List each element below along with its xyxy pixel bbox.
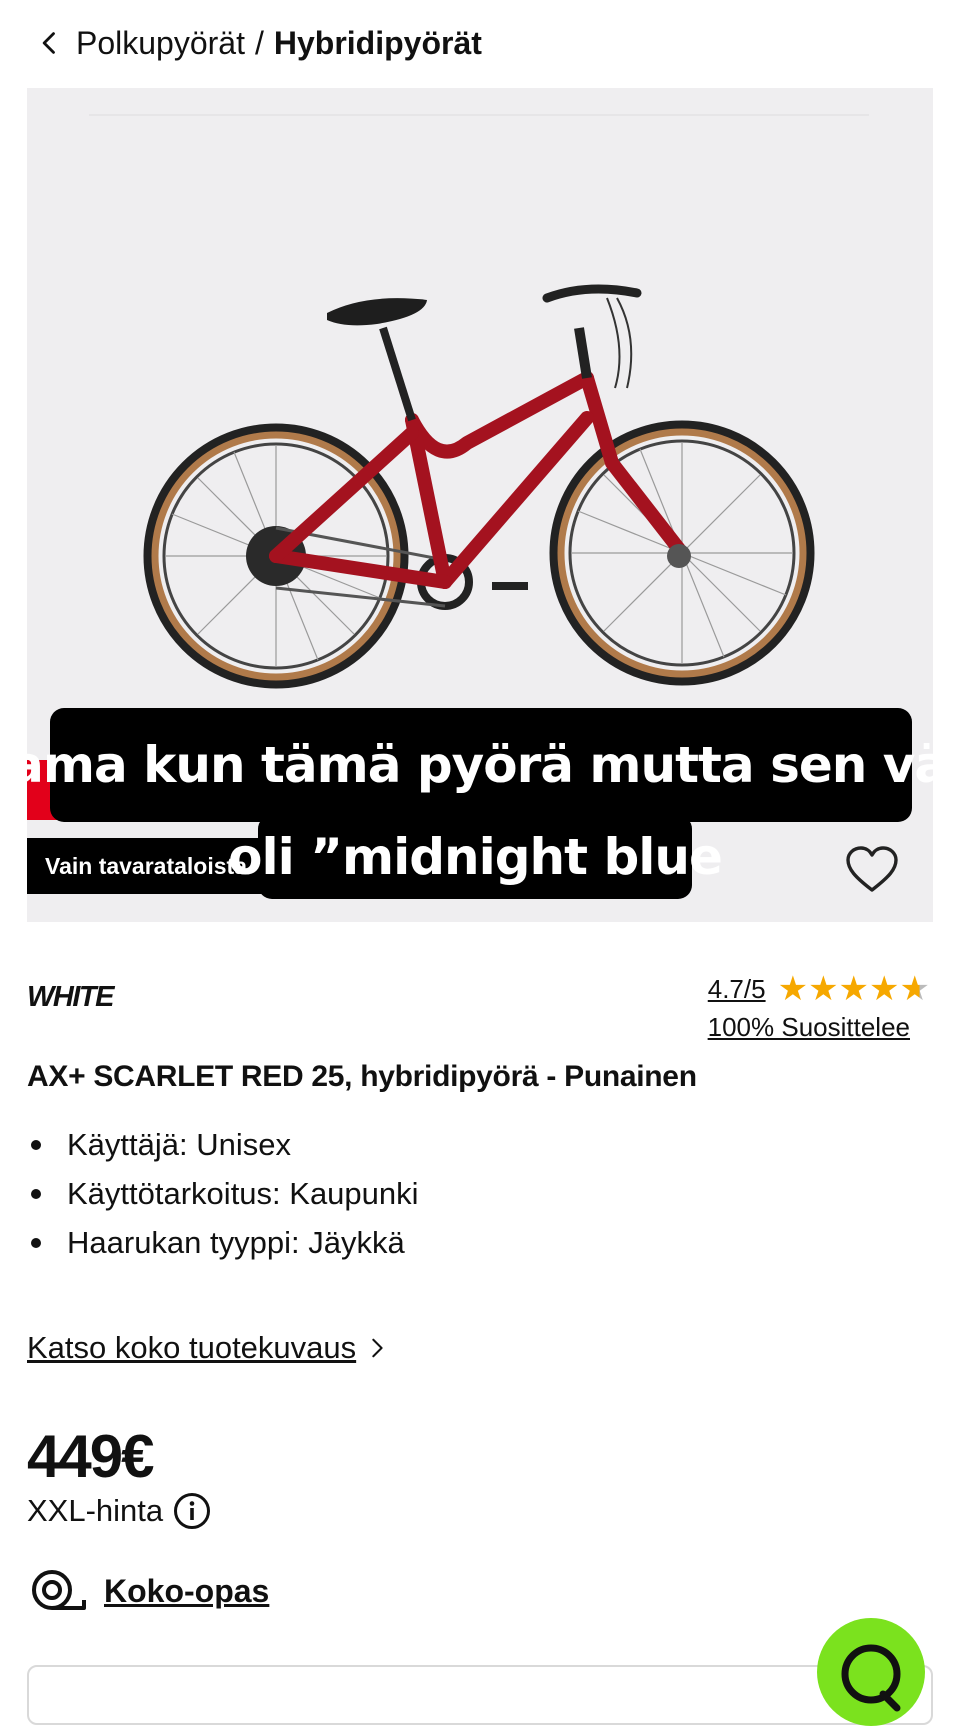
rating-score[interactable]: 4.7/5 bbox=[708, 974, 766, 1005]
size-guide-link[interactable]: Koko-opas bbox=[30, 1568, 269, 1614]
star-half-icon: ★ bbox=[899, 970, 930, 1008]
chat-bubble-icon bbox=[841, 1644, 901, 1712]
breadcrumb-separator: / bbox=[254, 24, 264, 61]
product-rating[interactable]: 4.7/5 ★ ★ ★ ★ ★ bbox=[708, 972, 930, 1006]
svg-text:WHITE: WHITE bbox=[27, 981, 116, 1009]
price-type: XXL-hinta bbox=[27, 1492, 211, 1530]
chevron-left-icon[interactable] bbox=[36, 29, 64, 57]
chevron-right-icon bbox=[372, 1338, 383, 1358]
measuring-tape-icon bbox=[32, 1570, 86, 1610]
chat-button[interactable] bbox=[817, 1618, 925, 1726]
breadcrumb-parent-link[interactable]: Polkupyörät bbox=[76, 25, 245, 62]
breadcrumb-current[interactable]: Hybridipyörät bbox=[274, 25, 482, 62]
recommend-rate[interactable]: 100% Suosittelee bbox=[708, 1012, 910, 1043]
rating-stars: ★ ★ ★ ★ ★ bbox=[778, 972, 930, 1006]
star-icon: ★ bbox=[869, 970, 900, 1008]
spec-item: Käyttötarkoitus: Kaupunki bbox=[27, 1169, 419, 1218]
star-icon: ★ bbox=[808, 970, 839, 1008]
star-icon: ★ bbox=[777, 970, 809, 1008]
product-price: 449€ bbox=[27, 1423, 154, 1490]
info-icon[interactable] bbox=[173, 1492, 211, 1530]
size-guide-label[interactable]: Koko-opas bbox=[104, 1573, 269, 1610]
options-panel[interactable] bbox=[27, 1665, 933, 1725]
star-icon: ★ bbox=[838, 970, 870, 1008]
overlay-caption-line1: Sama kun tämä pyörä mutta sen väri bbox=[0, 708, 960, 822]
heart-icon[interactable] bbox=[845, 845, 899, 895]
spec-item: Haarukan tyyppi: Jäykkä bbox=[27, 1218, 419, 1267]
product-specs: Käyttäjä: Unisex Käyttötarkoitus: Kaupun… bbox=[27, 1120, 419, 1267]
overlay-caption-line2: oli ”midnight blue bbox=[228, 815, 723, 899]
full-description-link[interactable]: Katso koko tuotekuvaus bbox=[27, 1330, 388, 1366]
full-description-label[interactable]: Katso koko tuotekuvaus bbox=[27, 1330, 356, 1366]
breadcrumb: Polkupyörät / Hybridipyörät bbox=[36, 18, 482, 68]
price-type-label: XXL-hinta bbox=[27, 1493, 164, 1528]
product-title: AX+ SCARLET RED 25, hybridipyörä - Punai… bbox=[27, 1060, 697, 1093]
spec-item: Käyttäjä: Unisex bbox=[27, 1120, 419, 1169]
brand-logo: WHITE bbox=[27, 981, 118, 1009]
